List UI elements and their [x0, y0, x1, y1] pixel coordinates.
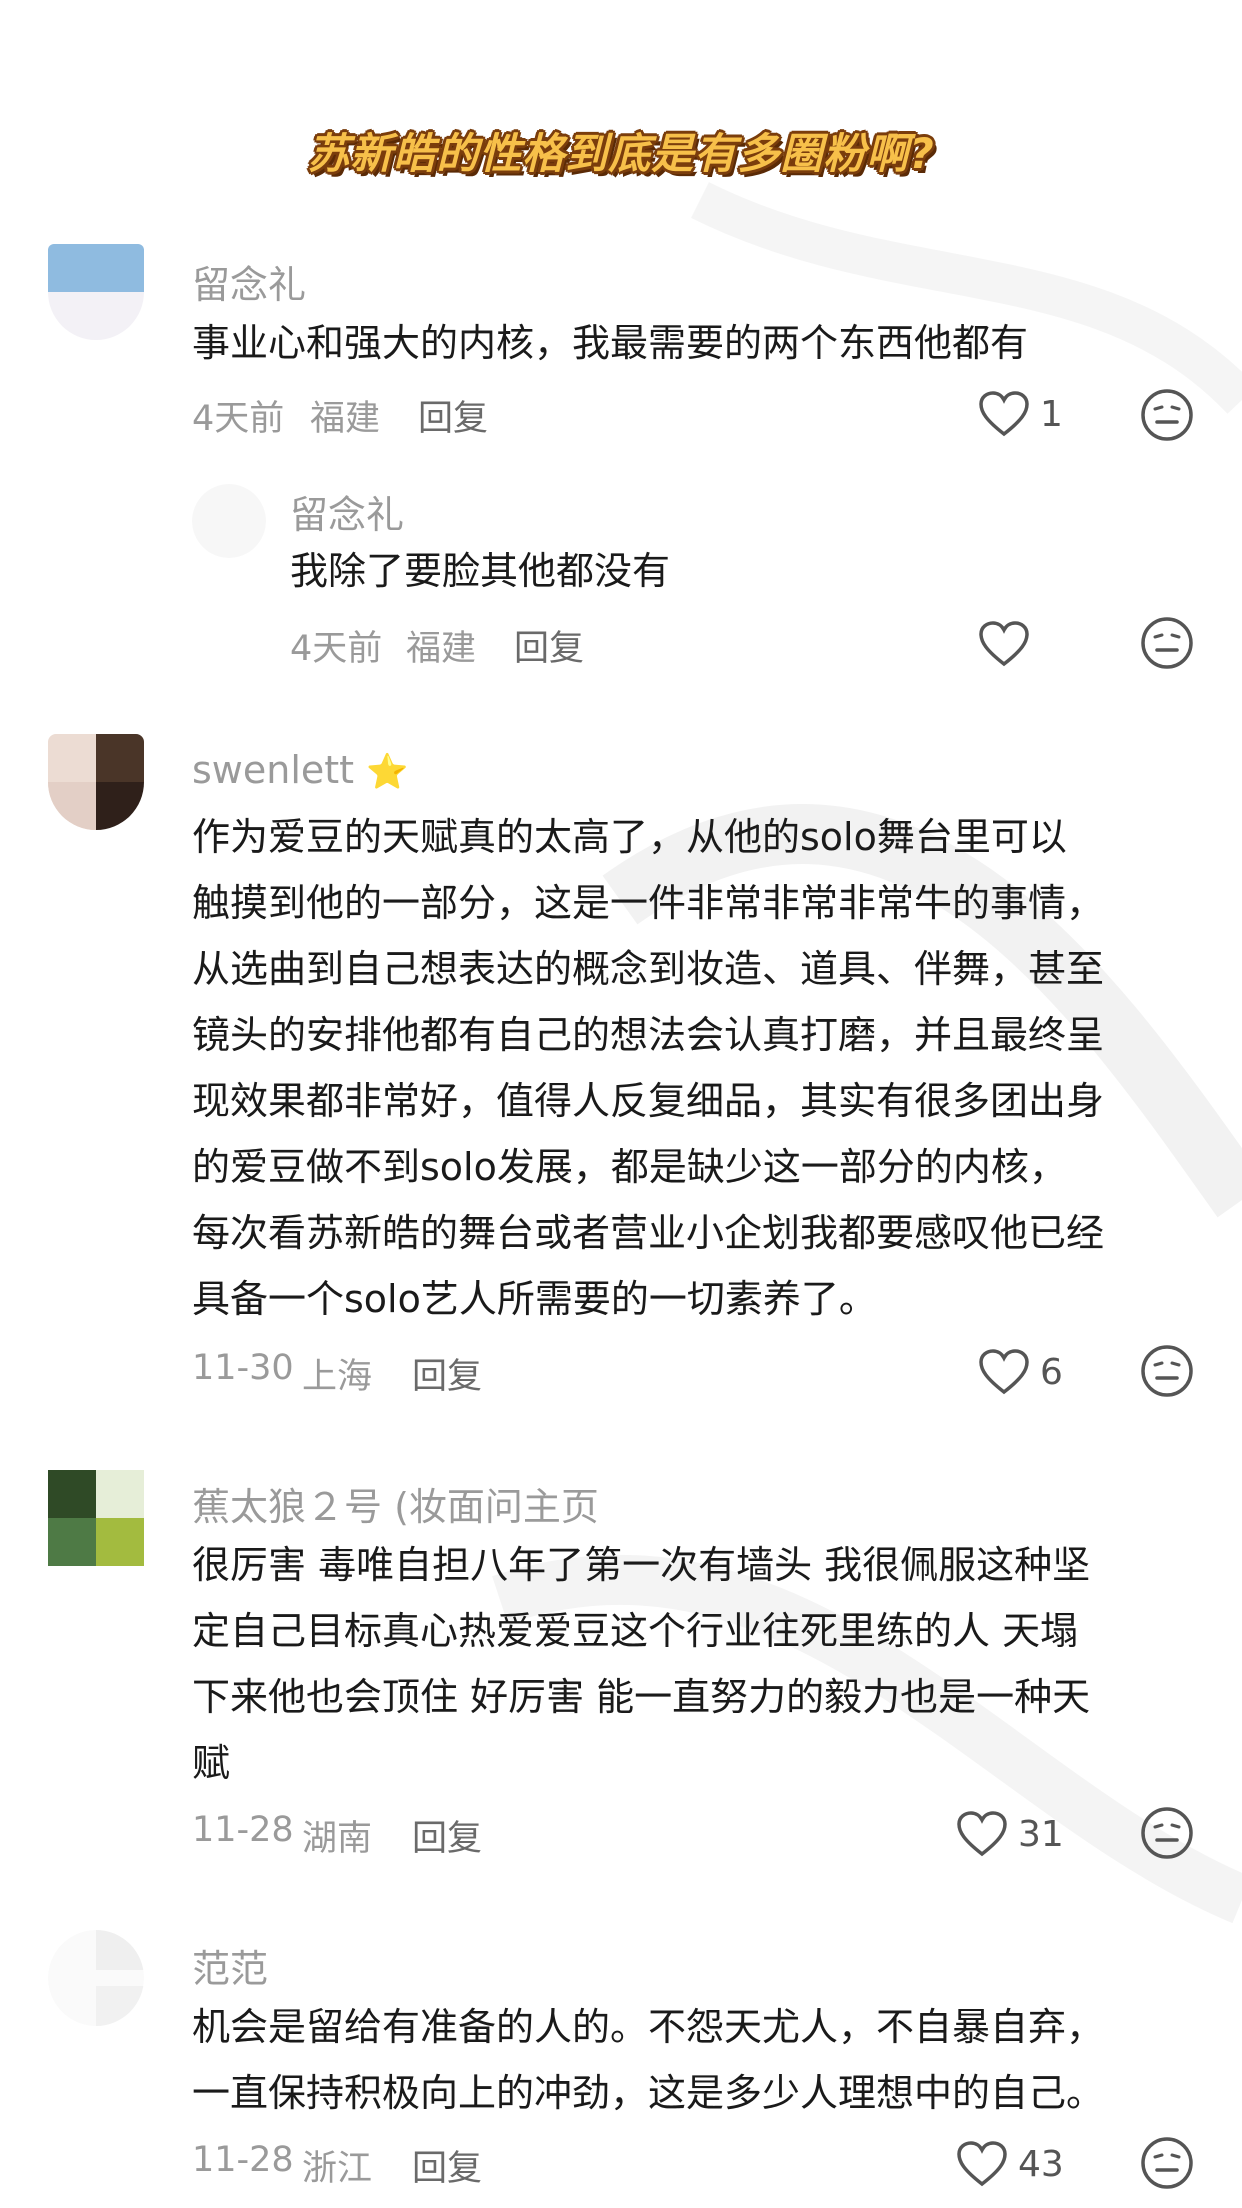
reply-button[interactable]: 回复 — [418, 390, 488, 441]
comment-line: 每次看苏新皓的舞台或者营业小企划我都要感叹他已经 — [192, 1211, 1105, 1255]
comment-line: 触摸到他的一部分，这是一件非常非常非常牛的事情， — [192, 881, 1105, 925]
like-count: 43 — [1018, 2143, 1064, 2185]
neutral-face-icon — [1141, 389, 1193, 441]
emoji-reaction-button[interactable] — [1140, 616, 1194, 670]
comment-location: 上海 — [302, 1357, 373, 1397]
emoji-reaction-button[interactable] — [1140, 1806, 1194, 1860]
reply-button[interactable]: 回复 — [412, 1348, 482, 1399]
comment-line: 很厉害 毒唯自担八年了第一次有墙头 我很佩服这种坚 — [192, 1543, 1091, 1587]
reply-date: 4天前 — [290, 629, 383, 669]
comment-line: 具备一个solo艺人所需要的一切素养了。 — [192, 1277, 877, 1321]
comment-text: 很厉害 毒唯自担八年了第一次有墙头 我很佩服这种坚 定自己目标真心热爱爱豆这个行… — [192, 1532, 1202, 1796]
star-badge-icon: ⭐ — [366, 752, 409, 792]
comment-text: 事业心和强大的内核，我最需要的两个东西他都有 — [192, 321, 1029, 365]
reply-avatar[interactable] — [192, 484, 266, 558]
avatar[interactable] — [48, 734, 144, 830]
comment-date: 11-30 — [192, 1348, 294, 1388]
comment-line: 机会是留给有准备的人的。不怨天尤人，不自暴自弃， — [192, 2005, 1105, 2049]
comment-line: 的爱豆做不到solo发展，都是缺少这一部分的内核， — [192, 1145, 1067, 1189]
comment-location: 湖南 — [302, 1819, 373, 1859]
emoji-reaction-button[interactable] — [1140, 2136, 1194, 2190]
comment-username[interactable]: 留念礼 — [192, 254, 306, 309]
comment-date: 4天前 — [192, 399, 285, 439]
reply-button[interactable]: 回复 — [412, 2140, 482, 2191]
reply-location: 福建 — [406, 629, 477, 669]
avatar[interactable] — [48, 244, 144, 340]
heart-outline-icon — [957, 2141, 1007, 2187]
like-button[interactable]: 6 — [978, 1342, 1063, 1402]
neutral-face-icon — [1141, 1345, 1193, 1397]
reply-button[interactable]: 回复 — [412, 1810, 482, 1861]
comment-line: 镜头的安排他都有自己的想法会认真打磨，并且最终呈 — [192, 1013, 1105, 1057]
comment-line: 赋 — [192, 1741, 231, 1785]
like-button[interactable] — [978, 614, 1030, 674]
heart-outline-icon — [957, 1811, 1007, 1857]
like-count: 6 — [1040, 1351, 1063, 1393]
heart-outline-icon — [979, 621, 1029, 667]
comment-username[interactable]: 蕉太狼２号 (妆面问主页 — [192, 1476, 599, 1531]
like-button[interactable]: 1 — [978, 384, 1063, 444]
heart-outline-icon — [979, 1349, 1029, 1395]
neutral-face-icon — [1141, 617, 1193, 669]
comment-username[interactable]: swenlett ⭐ — [192, 748, 409, 792]
neutral-face-icon — [1141, 2137, 1193, 2189]
username-text: swenlett — [192, 748, 355, 792]
avatar[interactable] — [48, 1930, 144, 2026]
like-count: 31 — [1018, 1813, 1064, 1855]
comment-location: 福建 — [310, 399, 381, 439]
comment-line: 一直保持积极向上的冲劲，这是多少人理想中的自己。 — [192, 2071, 1105, 2115]
comment-line: 从选曲到自己想表达的概念到妆造、道具、伴舞，甚至 — [192, 947, 1105, 991]
emoji-reaction-button[interactable] — [1140, 388, 1194, 442]
comment-username[interactable]: 范范 — [192, 1938, 268, 1993]
comment-date: 11-28 — [192, 2140, 294, 2180]
neutral-face-icon — [1141, 1807, 1193, 1859]
comment-location: 浙江 — [302, 2149, 373, 2189]
like-button[interactable]: 43 — [956, 2134, 1064, 2194]
comment-text: 机会是留给有准备的人的。不怨天尤人，不自暴自弃， 一直保持积极向上的冲劲，这是多… — [192, 1994, 1202, 2126]
reply-text: 我除了要脸其他都没有 — [290, 549, 671, 593]
like-count: 1 — [1040, 393, 1063, 435]
emoji-reaction-button[interactable] — [1140, 1344, 1194, 1398]
like-button[interactable]: 31 — [956, 1804, 1064, 1864]
comment-line: 定自己目标真心热爱爱豆这个行业往死里练的人 天塌 — [192, 1609, 1079, 1653]
page-title: 苏新皓的性格到底是有多圈粉啊? — [307, 129, 935, 178]
comment-text: 作为爱豆的天赋真的太高了，从他的solo舞台里可以 触摸到他的一部分，这是一件非… — [192, 804, 1202, 1332]
avatar[interactable] — [48, 1470, 144, 1566]
reply-username[interactable]: 留念礼 — [290, 484, 404, 539]
reply-button[interactable]: 回复 — [514, 620, 584, 671]
comment-line: 作为爱豆的天赋真的太高了，从他的solo舞台里可以 — [192, 815, 1067, 859]
comment-date: 11-28 — [192, 1810, 294, 1850]
comment-line: 现效果都非常好，值得人反复细品，其实有很多团出身 — [192, 1079, 1105, 1123]
comment-line: 下来他也会顶住 好厉害 能一直努力的毅力也是一种天 — [192, 1675, 1091, 1719]
heart-outline-icon — [979, 391, 1029, 437]
